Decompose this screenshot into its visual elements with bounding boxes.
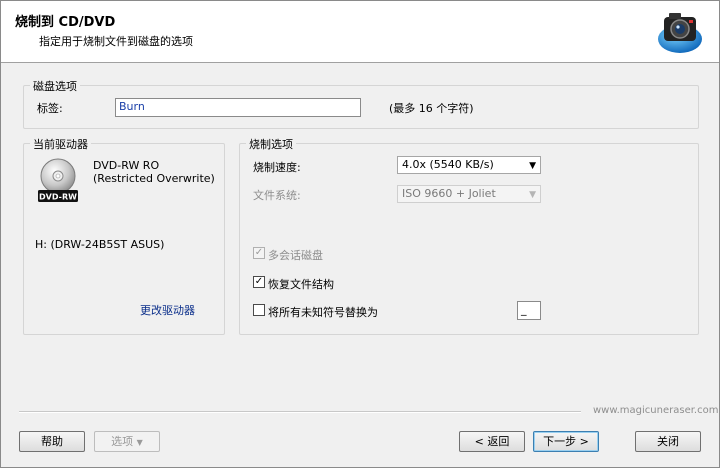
burn-wizard-window: 烧制到 CD/DVD 指定用于烧制文件到磁盘的选项 磁盘选项 标签: Burn … xyxy=(0,0,720,468)
media-badge: DVD-RW xyxy=(39,193,77,202)
options-button[interactable]: 选项 ▼ xyxy=(94,431,160,452)
burn-options-legend: 烧制选项 xyxy=(246,136,296,152)
back-button[interactable]: < 返回 xyxy=(459,431,525,452)
file-system-select[interactable]: ISO 9660 + Joliet ▼ xyxy=(397,185,541,203)
media-description: DVD-RW RO (Restricted Overwrite) xyxy=(93,159,215,185)
current-drive-legend: 当前驱动器 xyxy=(30,136,91,152)
multisession-label: 多会话磁盘 xyxy=(268,249,323,262)
footer-divider xyxy=(19,411,581,413)
restore-structure-label: 恢复文件结构 xyxy=(268,278,334,291)
chevron-down-icon: ▼ xyxy=(529,190,536,200)
replace-unknown-label: 将所有未知符号替换为 xyxy=(268,306,378,319)
disc-label-input[interactable]: Burn xyxy=(115,98,361,117)
file-system-value: ISO 9660 + Joliet xyxy=(402,187,496,200)
multisession-checkbox[interactable]: ✓ xyxy=(253,247,265,259)
wizard-header: 烧制到 CD/DVD 指定用于烧制文件到磁盘的选项 xyxy=(1,1,719,63)
chevron-down-icon: ▼ xyxy=(529,161,536,171)
chevron-down-icon: ▼ xyxy=(136,438,143,447)
change-drive-link[interactable]: 更改驱动器 xyxy=(140,302,195,318)
label-length-hint: (最多 16 个字符) xyxy=(389,102,474,115)
restore-structure-checkbox[interactable]: ✓ xyxy=(253,276,265,288)
replace-unknown-checkbox[interactable] xyxy=(253,304,265,316)
burn-speed-label: 烧制速度: xyxy=(253,161,301,174)
drive-name: H: (DRW-24B5ST ASUS) xyxy=(35,238,165,251)
replace-char-input[interactable]: _ xyxy=(517,301,541,320)
help-button[interactable]: 帮助 xyxy=(19,431,85,452)
dvd-rw-disc-icon: DVD-RW xyxy=(38,158,78,202)
disc-options-legend: 磁盘选项 xyxy=(30,78,80,94)
burn-speed-select[interactable]: 4.0x (5540 KB/s) ▼ xyxy=(397,156,541,174)
burn-speed-value: 4.0x (5540 KB/s) xyxy=(402,158,494,171)
file-system-label: 文件系统: xyxy=(253,189,301,202)
next-button[interactable]: 下一步 > xyxy=(533,431,599,452)
options-button-label: 选项 xyxy=(111,435,134,448)
page-subtitle: 指定用于烧制文件到磁盘的选项 xyxy=(39,35,193,48)
page-title: 烧制到 CD/DVD xyxy=(15,15,116,30)
website-label: www.magicuneraser.com xyxy=(593,405,719,416)
camera-disc-icon xyxy=(658,13,702,53)
label-caption: 标签: xyxy=(37,102,63,115)
close-button[interactable]: 关闭 xyxy=(635,431,701,452)
